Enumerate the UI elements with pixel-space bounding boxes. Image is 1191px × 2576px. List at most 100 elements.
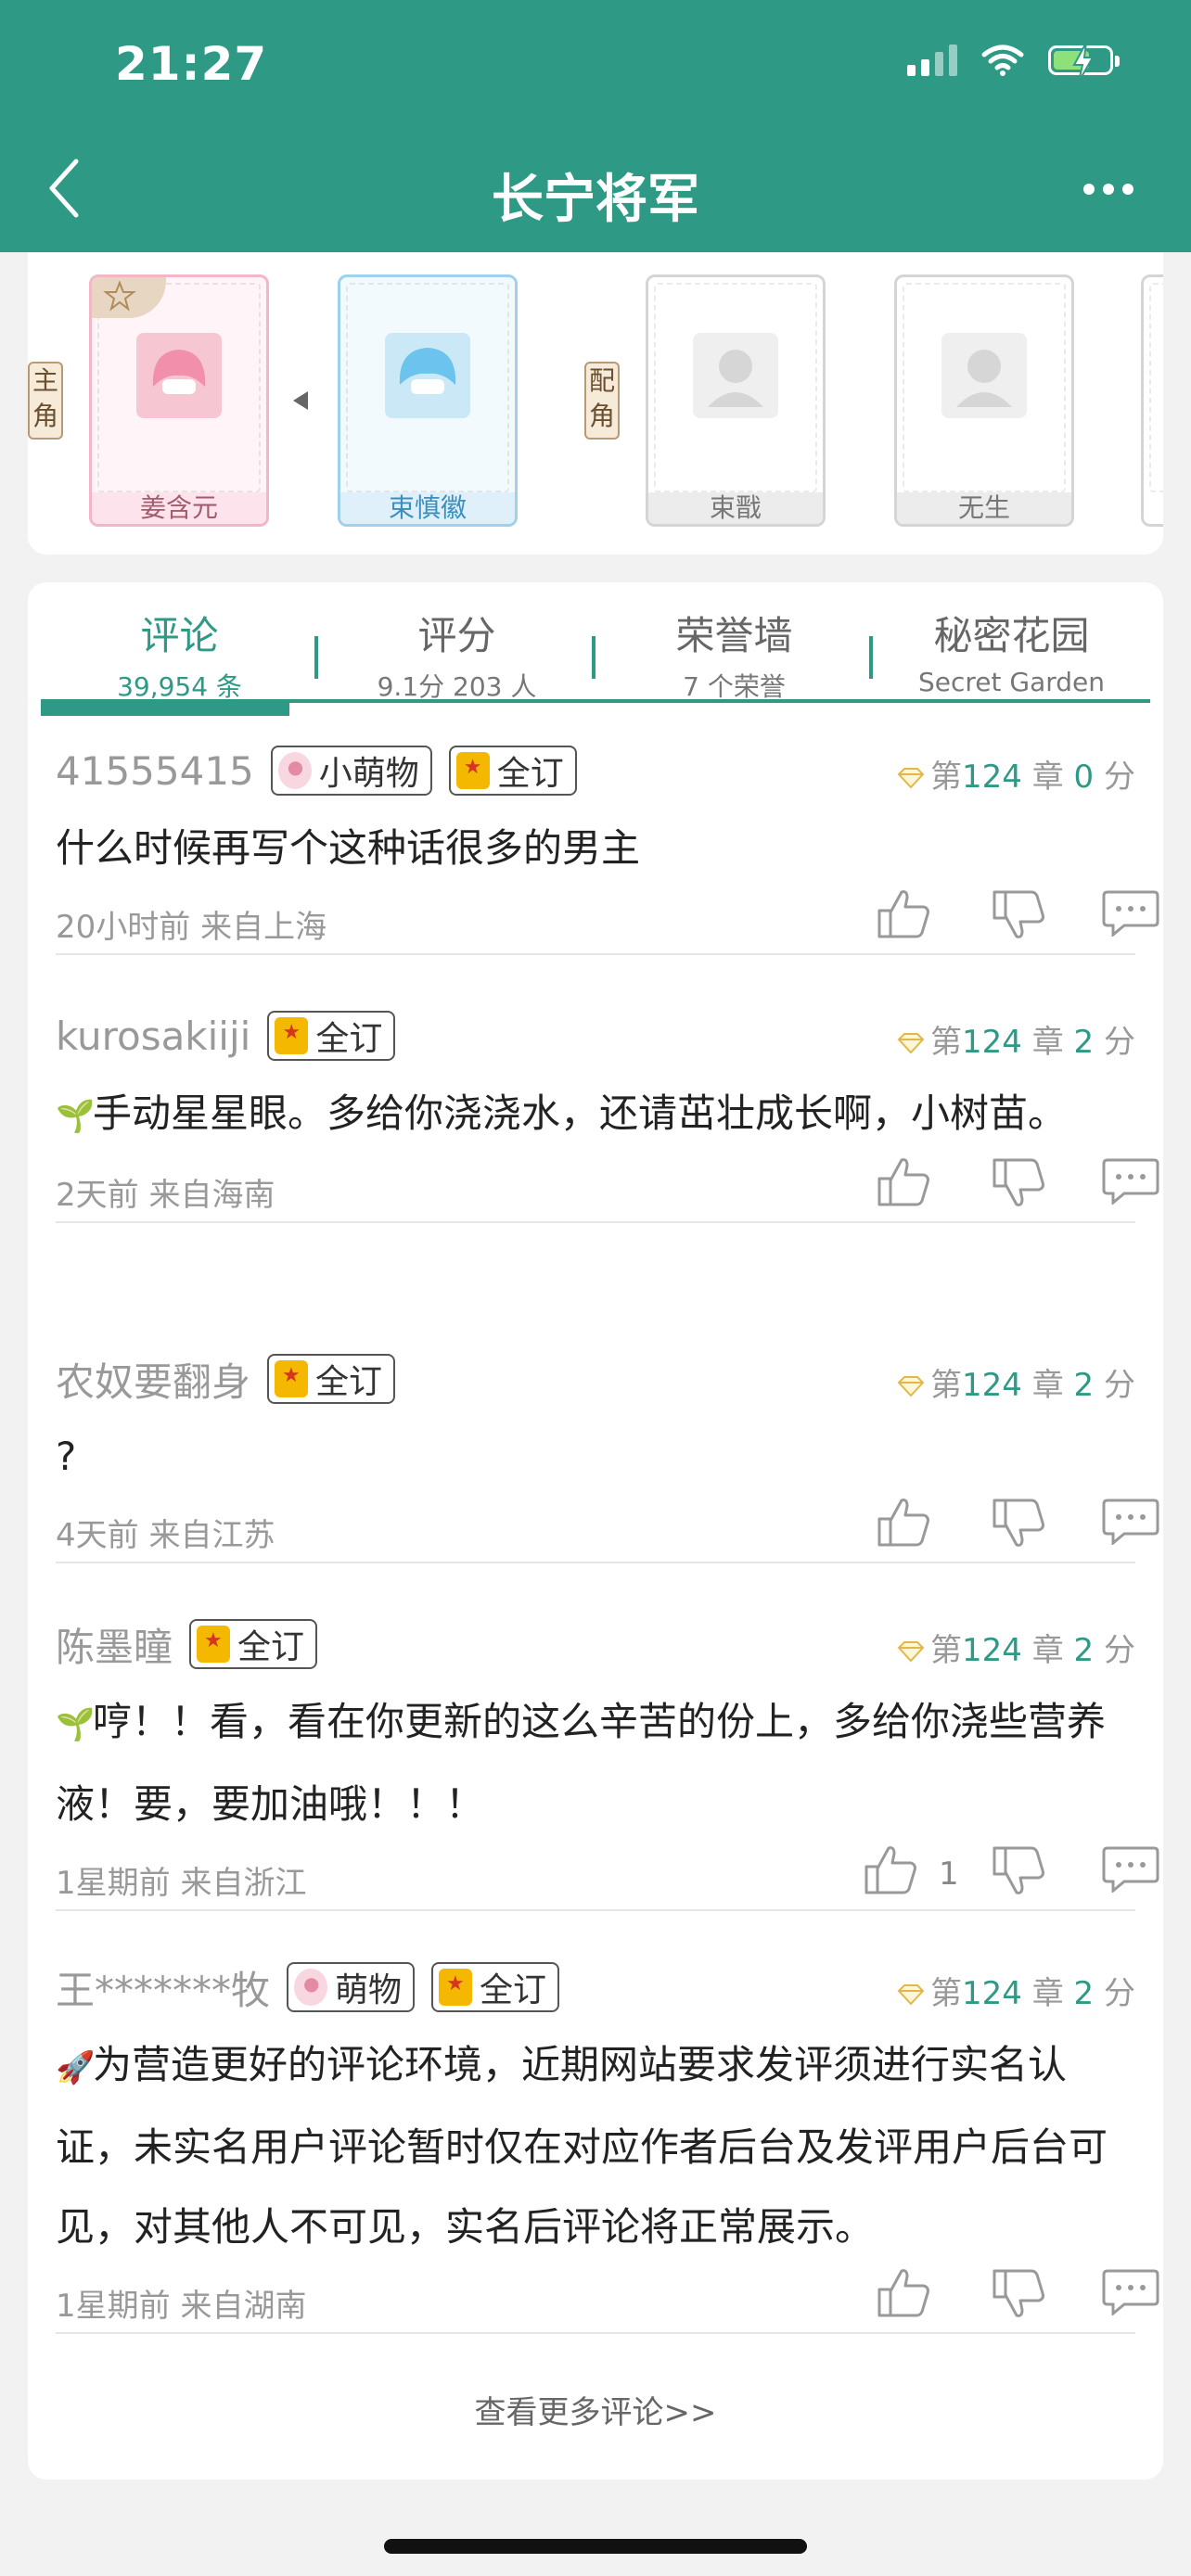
- meta-suffix: 分: [1104, 1024, 1135, 1061]
- comment-username[interactable]: 陈墨瞳: [56, 1616, 173, 1673]
- chapter-number: 124: [962, 1975, 1022, 2012]
- badge-label: 全订: [315, 1363, 383, 1401]
- avatar: [693, 333, 778, 418]
- chapter-number: 124: [962, 1024, 1022, 1061]
- thumbs-up-icon: [876, 890, 931, 944]
- character-card[interactable]: 束慎徽: [338, 274, 518, 527]
- dislike-button[interactable]: [991, 1497, 1046, 1552]
- dot-icon: [1103, 184, 1114, 195]
- tab-comments[interactable]: 评论 39,954 条: [41, 597, 318, 712]
- subscription-icon: [455, 752, 490, 789]
- dislike-button[interactable]: [991, 2267, 1046, 2323]
- character-card[interactable]: 束戬: [646, 274, 826, 527]
- tab-title: 秘密花园: [933, 613, 1090, 658]
- meta-prefix: 第: [930, 1367, 963, 1404]
- like-button[interactable]: [876, 888, 931, 944]
- signal-icon: [907, 45, 957, 76]
- reply-button[interactable]: [1102, 1156, 1159, 1212]
- wifi-icon: [981, 45, 1024, 76]
- character-card[interactable]: 姜含元: [89, 274, 269, 527]
- score-number: 2: [1073, 1975, 1095, 2012]
- comment-text: 为营造更好的评论环境，近期网站要求发评须进行实名认证，未实名用户评论暂时仅在对应…: [56, 2042, 1108, 2250]
- comment-username[interactable]: kurosakiiji: [56, 1014, 250, 1059]
- comment-username[interactable]: 41555415: [56, 748, 254, 794]
- page-title: 长宁将军: [492, 170, 699, 230]
- meta-mid: 章: [1031, 1632, 1064, 1669]
- meta-prefix: 第: [930, 1024, 963, 1061]
- subscription-icon: [439, 1969, 473, 2006]
- like-button[interactable]: [876, 1156, 931, 1212]
- tab-title: 评论: [140, 613, 219, 658]
- comment-username[interactable]: 王*******牧: [56, 1959, 270, 2016]
- badge-label: 全订: [237, 1628, 305, 1666]
- comment-bubble-icon: [1102, 1846, 1159, 1896]
- comment-time-location: 1星期前 来自浙江: [56, 1865, 307, 1902]
- user-badge: 全订: [431, 1962, 560, 2012]
- comment-item: 农奴要翻身 全订 第124 章 2 分 ? 4天前 来自江苏: [56, 1346, 1159, 1563]
- dislike-button[interactable]: [991, 1844, 1046, 1900]
- comment-text: 手动星星眼。多给你浇浇水，还请茁壮成长啊，小树苗。: [93, 1090, 1068, 1136]
- app-header: 21:27 长宁将军: [0, 0, 1191, 252]
- dislike-button[interactable]: [991, 888, 1046, 944]
- more-options-button[interactable]: [1083, 184, 1133, 195]
- comment-bubble-icon: [1102, 1158, 1159, 1208]
- meta-suffix: 分: [1104, 1975, 1135, 2012]
- comment-bubble-icon: [1102, 2269, 1159, 2319]
- reply-button[interactable]: [1102, 1844, 1159, 1900]
- comment-time-location: 2天前 来自海南: [56, 1177, 275, 1214]
- comment-username[interactable]: 农奴要翻身: [56, 1351, 250, 1408]
- chapter-number: 124: [962, 1367, 1022, 1404]
- comment-time-location: 4天前 来自江苏: [56, 1517, 275, 1554]
- character-name: 束戬: [648, 492, 823, 524]
- meta-mid: 章: [1031, 759, 1064, 796]
- badge-label: 萌物: [335, 1971, 403, 2009]
- reply-button[interactable]: [1102, 1497, 1159, 1552]
- character-card-partial[interactable]: [1141, 274, 1163, 527]
- meta-mid: 章: [1031, 1024, 1064, 1061]
- dislike-button[interactable]: [991, 1156, 1046, 1212]
- score-number: 0: [1073, 759, 1095, 796]
- character-name: 束慎徽: [340, 492, 515, 524]
- home-indicator: [384, 2539, 807, 2554]
- comment-text-block: 什么时候再写个这种话很多的男主: [56, 809, 1135, 888]
- badge-label: 全订: [496, 755, 564, 793]
- like-button[interactable]: [863, 1844, 918, 1900]
- user-badge: 全订: [189, 1619, 318, 1669]
- thumbs-down-icon: [991, 1158, 1046, 1212]
- character-name: 无生: [897, 492, 1071, 524]
- comment-text: 哼！！看，看在你更新的这么辛苦的份上，多给你浇些营养液！要，要加油哦！！！: [56, 1699, 1107, 1827]
- support-role-tag: 配角: [584, 362, 620, 440]
- comment-chapter-score: 第124 章 2 分: [897, 1359, 1135, 1405]
- user-badge: 全订: [448, 746, 577, 796]
- tab-secret-garden[interactable]: 秘密花园 Secret Garden: [873, 597, 1150, 712]
- comment-chapter-score: 第124 章 0 分: [897, 751, 1135, 797]
- meta-mid: 章: [1031, 1975, 1064, 2012]
- meta-suffix: 分: [1104, 1367, 1135, 1404]
- character-card[interactable]: 无生: [894, 274, 1074, 527]
- score-number: 2: [1073, 1632, 1095, 1669]
- tab-bar: 评论 39,954 条 评分 9.1分 203 人 荣誉墙 7 个荣誉 秘密花园…: [41, 597, 1150, 712]
- score-number: 2: [1073, 1367, 1095, 1404]
- meta-mid: 章: [1031, 1367, 1064, 1404]
- comment-time-location: 1星期前 来自湖南: [56, 2288, 307, 2325]
- rocket-icon: 🚀: [56, 2049, 96, 2086]
- avatar: [941, 333, 1027, 418]
- like-button[interactable]: [876, 2267, 931, 2323]
- subscription-icon: [275, 1017, 309, 1054]
- meta-suffix: 分: [1104, 759, 1135, 796]
- meta-suffix: 分: [1104, 1632, 1135, 1669]
- like-button[interactable]: [876, 1497, 931, 1552]
- reply-button[interactable]: [1102, 2267, 1159, 2323]
- sprout-icon: 🌱: [56, 1706, 96, 1743]
- paw-icon: [294, 1969, 328, 2006]
- more-comments-link[interactable]: 查看更多评论>>: [28, 2387, 1163, 2432]
- thumbs-down-icon: [991, 1498, 1046, 1552]
- subscription-icon: [197, 1626, 231, 1663]
- reply-button[interactable]: [1102, 888, 1159, 944]
- paw-icon: [277, 752, 312, 789]
- comment-chapter-score: 第124 章 2 分: [897, 1016, 1135, 1062]
- comment-time-location: 20小时前 来自上海: [56, 909, 327, 946]
- subscription-icon: [275, 1360, 309, 1397]
- tab-honor-wall[interactable]: 荣誉墙 7 个荣誉: [596, 597, 873, 712]
- tab-rating[interactable]: 评分 9.1分 203 人: [318, 597, 596, 712]
